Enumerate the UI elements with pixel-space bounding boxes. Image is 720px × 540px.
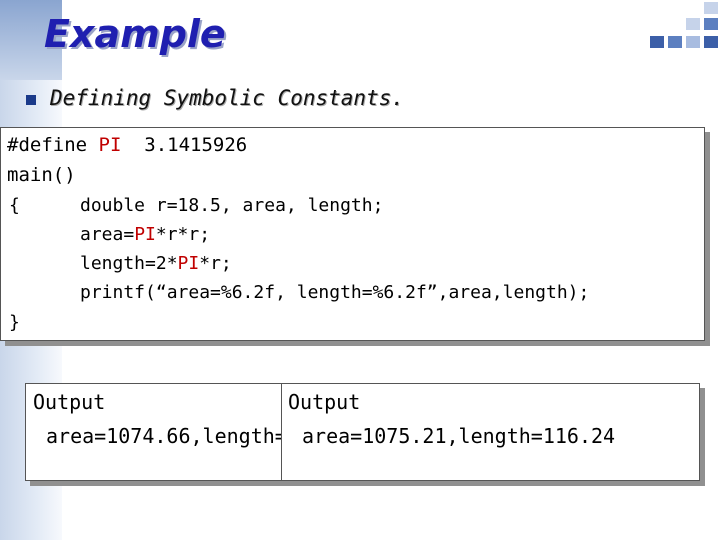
- corner-squares-decoration: [640, 0, 720, 60]
- slide-title: Example: [44, 12, 226, 56]
- pi-constant: PI: [177, 253, 200, 274]
- define-keyword: #define: [7, 134, 99, 156]
- define-constant-name: PI: [98, 134, 122, 156]
- output-label: Output: [33, 390, 106, 414]
- square: [668, 36, 682, 48]
- open-brace: {: [9, 195, 20, 216]
- code-line-length: length=2*PI*r;: [80, 253, 232, 274]
- code-line-printf: printf(“area=%6.2f, length=%6.2f”,area,l…: [80, 282, 590, 303]
- square: [704, 36, 718, 48]
- code-text: length=2*: [80, 253, 178, 274]
- main-line: main(): [7, 164, 76, 186]
- define-line: #define PI 3.1415926: [7, 134, 247, 156]
- code-text: area=: [80, 224, 135, 245]
- square: [704, 2, 718, 14]
- code-line-declaration: double r=18.5, area, length;: [80, 195, 384, 216]
- output-box-2: Output area=1075.21,length=116.24: [281, 383, 700, 481]
- output-result: area=1075.21,length=116.24: [302, 424, 616, 448]
- pi-constant: PI: [134, 224, 156, 245]
- bullet-icon: [26, 95, 36, 105]
- square: [686, 36, 700, 48]
- output-label: Output: [288, 390, 361, 414]
- code-text: *r;: [199, 253, 232, 274]
- square: [704, 18, 718, 30]
- square: [650, 36, 664, 48]
- code-line-area: area=PI*r*r;: [80, 224, 210, 245]
- close-brace: }: [9, 312, 20, 333]
- slide-subtitle: Defining Symbolic Constants.: [50, 86, 405, 110]
- code-box: #define PI 3.1415926 main() { double r=1…: [0, 127, 705, 341]
- code-text: *r*r;: [155, 224, 211, 245]
- square: [686, 18, 700, 30]
- define-constant-value: 3.1415926: [121, 134, 248, 156]
